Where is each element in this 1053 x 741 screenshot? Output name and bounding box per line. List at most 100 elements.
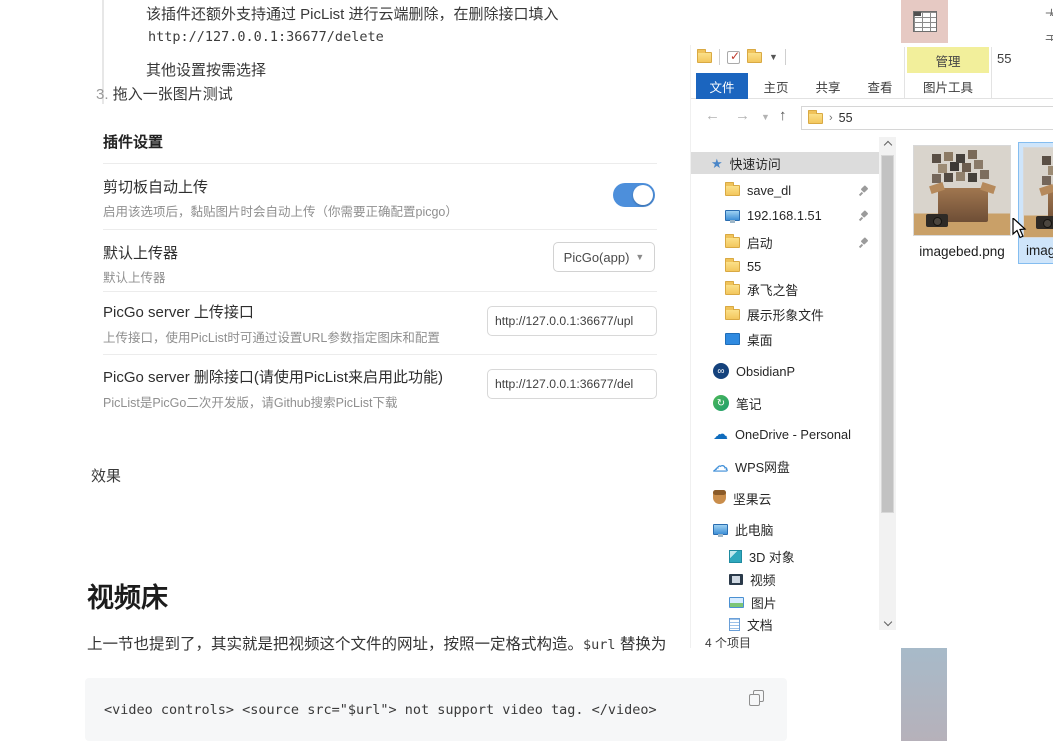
- doc-bullet-1-code: http://127.0.0.1:36677/delete: [148, 29, 384, 45]
- tab-share[interactable]: 共享: [806, 73, 850, 99]
- sidebar-item-3d-objects[interactable]: 3D 对象: [691, 545, 879, 567]
- back-icon[interactable]: ←: [705, 107, 720, 124]
- folder-icon: [808, 113, 823, 124]
- doc-bullet-1: 该插件还额外支持通过 PicList 进行云端删除，在删除接口填入: [146, 3, 686, 24]
- folder-icon: [725, 309, 740, 320]
- code-block: <video controls> <source src="$url"> not…: [85, 678, 787, 741]
- sidebar-item-onedrive[interactable]: ☁ OneDrive - Personal: [691, 423, 879, 445]
- clipped-text-fragment: 于: [1045, 30, 1053, 41]
- upload-api-input[interactable]: [487, 306, 657, 336]
- pin-icon: [858, 210, 869, 221]
- toolbar-dropdown-icon[interactable]: ▼: [769, 52, 778, 62]
- address-bar-row: ← → ▼ ↑ › 55: [691, 99, 1053, 135]
- delete-api-input[interactable]: [487, 369, 657, 399]
- sidebar-item-55[interactable]: 55: [691, 255, 879, 277]
- sidebar-item-nutstore[interactable]: 坚果云: [691, 487, 879, 509]
- 3d-cube-icon: [729, 550, 742, 563]
- address-bar[interactable]: › 55: [801, 106, 1053, 130]
- sidebar-item-startup[interactable]: 启动: [691, 231, 879, 253]
- film-icon: [729, 574, 743, 585]
- folder-icon[interactable]: [747, 52, 762, 63]
- default-uploader-select[interactable]: PicGo(app) ▼: [553, 242, 655, 272]
- sidebar-item-label: 桌面: [747, 330, 773, 349]
- properties-check-icon[interactable]: [727, 51, 740, 64]
- folder-icon: [725, 237, 740, 248]
- table-widget-icon[interactable]: [901, 0, 948, 43]
- file-imagebed[interactable]: imagebed.png: [905, 145, 1019, 259]
- divider: [103, 229, 657, 230]
- setting-title-clipboard-upload: 剪切板自动上传: [103, 176, 208, 197]
- clipped-text-fragment: 大: [1045, 5, 1053, 16]
- sidebar-item-label: 视频: [750, 570, 776, 589]
- folder-icon: [725, 284, 740, 295]
- onedrive-cloud-icon: ☁: [713, 427, 728, 442]
- sidebar-item-desktop[interactable]: 桌面: [691, 328, 879, 350]
- default-uploader-value: PicGo(app): [564, 250, 630, 265]
- sidebar-item-quick-access[interactable]: ★ 快速访问: [691, 152, 879, 174]
- file-thumbnail: [913, 145, 1011, 236]
- recent-locations-icon[interactable]: ▼: [761, 112, 770, 122]
- forward-icon[interactable]: →: [735, 107, 750, 124]
- toggle-knob: [633, 185, 653, 205]
- sidebar-item-save-dl[interactable]: save_dl: [691, 179, 879, 201]
- this-pc-icon: [713, 524, 728, 535]
- tab-home[interactable]: 主页: [754, 73, 798, 99]
- sidebar-item-network-pc[interactable]: 192.168.1.51: [691, 204, 879, 226]
- divider: [103, 163, 657, 164]
- video-paragraph: 上一节也提到了，其实就是把视频这个文件的网址，按照一定格式构造。$url 替换为: [87, 632, 707, 654]
- item-count: 4 个项目: [705, 634, 751, 651]
- sidebar-item-notes[interactable]: ↻ 笔记: [691, 392, 879, 414]
- file-imagebed-copy-selected[interactable]: imag: [1018, 142, 1053, 264]
- sidebar-item-label: 图片: [751, 593, 777, 612]
- folder-icon[interactable]: [697, 52, 712, 63]
- window-title: 55: [997, 51, 1011, 66]
- scrollbar[interactable]: [879, 137, 896, 630]
- file-name-label: imag: [1026, 243, 1053, 258]
- scrollbar-thumb[interactable]: [881, 155, 894, 513]
- doc-step-3: 3. 拖入一张图片测试: [96, 83, 233, 104]
- sidebar-item-chengfei[interactable]: 承飞之昝: [691, 278, 879, 300]
- status-bar: 4 个项目: [691, 632, 1053, 648]
- manage-contextual-tab[interactable]: 管理: [907, 47, 989, 73]
- scroll-up-icon[interactable]: [879, 137, 896, 153]
- sidebar-item-videos[interactable]: 视频: [691, 568, 879, 590]
- setting-title-default-uploader: 默认上传器: [103, 242, 178, 263]
- sidebar-item-pictures[interactable]: 图片: [691, 591, 879, 613]
- background-window-fragment: [901, 648, 947, 741]
- sidebar-item-label: 启动: [747, 233, 773, 252]
- effect-label: 效果: [91, 465, 121, 486]
- copy-icon[interactable]: [749, 690, 765, 706]
- sidebar-item-label: OneDrive - Personal: [735, 427, 851, 442]
- sidebar-item-label: WPS网盘: [735, 457, 790, 476]
- sidebar-item-this-pc[interactable]: 此电脑: [691, 518, 879, 540]
- step-number: 3.: [96, 86, 109, 103]
- sidebar-item-label: 192.168.1.51: [747, 208, 822, 223]
- breadcrumb-folder[interactable]: 55: [839, 111, 853, 125]
- setting-title-upload-api: PicGo server 上传接口: [103, 301, 254, 322]
- scroll-down-icon[interactable]: [879, 614, 896, 630]
- wps-cloud-icon: ☁: [713, 459, 728, 474]
- divider: [103, 354, 657, 355]
- sidebar-item-obsidianp[interactable]: ∞ ObsidianP: [691, 360, 879, 382]
- clipboard-upload-toggle[interactable]: [613, 183, 655, 207]
- setting-desc-clipboard-upload: 启用该选项后，黏贴图片时会自动上传（你需要正确配置picgo）: [103, 201, 583, 220]
- toolbar-separator: [719, 49, 720, 65]
- quick-access-star-icon: ★: [711, 157, 723, 170]
- toolbar-separator: [785, 49, 786, 65]
- sidebar-item-label: 快速访问: [730, 154, 781, 173]
- paragraph-text: 替换为: [616, 636, 667, 653]
- picture-icon: [729, 597, 744, 608]
- mouse-cursor: [1012, 218, 1029, 240]
- sidebar-item-label: 文档: [747, 615, 773, 634]
- tab-picture-tools[interactable]: 图片工具: [907, 73, 989, 99]
- divider: [103, 291, 657, 292]
- sidebar-item-wps-cloud[interactable]: ☁ WPS网盘: [691, 455, 879, 477]
- up-icon[interactable]: ↑: [779, 107, 787, 124]
- chevron-down-icon: ▼: [635, 252, 644, 262]
- computer-icon: [725, 210, 740, 221]
- sidebar-item-display-files[interactable]: 展示形象文件: [691, 303, 879, 325]
- tab-file[interactable]: 文件: [696, 73, 748, 99]
- sidebar-item-label: 展示形象文件: [747, 305, 824, 324]
- tab-view[interactable]: 查看: [858, 73, 902, 99]
- settings-heading: 插件设置: [103, 131, 163, 152]
